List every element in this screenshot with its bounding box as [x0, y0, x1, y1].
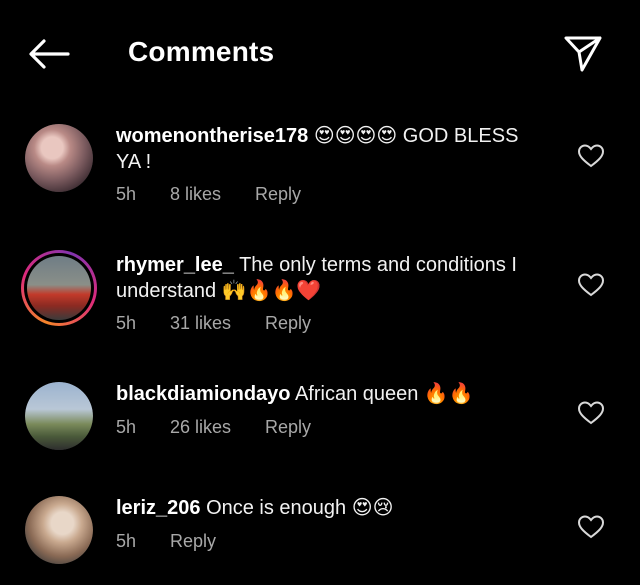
comment-likes[interactable]: 26 likes	[170, 417, 231, 438]
heart-icon[interactable]	[578, 515, 604, 539]
comment-body: 😍😍😍😍 GOD BLESS	[308, 125, 519, 147]
comment-text: womenontherise178 😍😍😍😍 GOD BLESS YA !	[116, 123, 556, 175]
comment-likes[interactable]: 8 likes	[170, 184, 221, 205]
header: Comments	[0, 0, 640, 108]
share-button[interactable]	[562, 32, 604, 74]
avatar[interactable]	[21, 250, 97, 326]
reply-button[interactable]: Reply	[170, 531, 216, 552]
reply-button[interactable]: Reply	[265, 417, 311, 438]
page-title: Comments	[128, 36, 275, 67]
comment-time: 5h	[116, 417, 137, 437]
comment-body: African queen 🔥🔥	[290, 383, 474, 405]
comment-username[interactable]: womenontherise178	[116, 125, 308, 147]
comment-text: rhymer_lee_ The only terms and condition…	[116, 252, 556, 304]
comment-body-continued: YA !	[116, 151, 152, 173]
back-button[interactable]	[26, 34, 72, 74]
heart-icon[interactable]	[578, 273, 604, 297]
comment-username[interactable]: blackdiamiondayo	[116, 383, 291, 405]
comment-meta: 5h Reply	[116, 531, 216, 552]
avatar[interactable]	[25, 382, 93, 450]
comment-meta: 5h 8 likes Reply	[116, 184, 301, 205]
heart-icon[interactable]	[578, 401, 604, 425]
reply-button[interactable]: Reply	[255, 184, 301, 205]
comment-username[interactable]: leriz_206	[116, 497, 201, 519]
comment-username[interactable]: rhymer_lee_	[116, 254, 234, 276]
comment-body: The only terms and conditions I	[233, 254, 517, 276]
comment-time: 5h	[116, 531, 137, 551]
comment-time: 5h	[116, 313, 137, 333]
comment-time: 5h	[116, 184, 137, 204]
heart-icon[interactable]	[578, 144, 604, 168]
reply-button[interactable]: Reply	[265, 313, 311, 334]
comment-meta: 5h 31 likes Reply	[116, 313, 311, 334]
comment-text: leriz_206 Once is enough 😍😢	[116, 495, 556, 521]
comment-body-continued: understand 🙌🔥🔥❤️	[116, 280, 322, 302]
comment-likes[interactable]: 31 likes	[170, 313, 231, 334]
avatar[interactable]	[25, 496, 93, 564]
paper-plane-icon	[564, 36, 602, 72]
comment-meta: 5h 26 likes Reply	[116, 417, 311, 438]
comment-text: blackdiamiondayo African queen 🔥🔥	[116, 381, 556, 407]
comment-body: Once is enough 😍😢	[200, 497, 394, 519]
arrow-left-icon	[29, 39, 70, 69]
avatar[interactable]	[25, 124, 93, 192]
